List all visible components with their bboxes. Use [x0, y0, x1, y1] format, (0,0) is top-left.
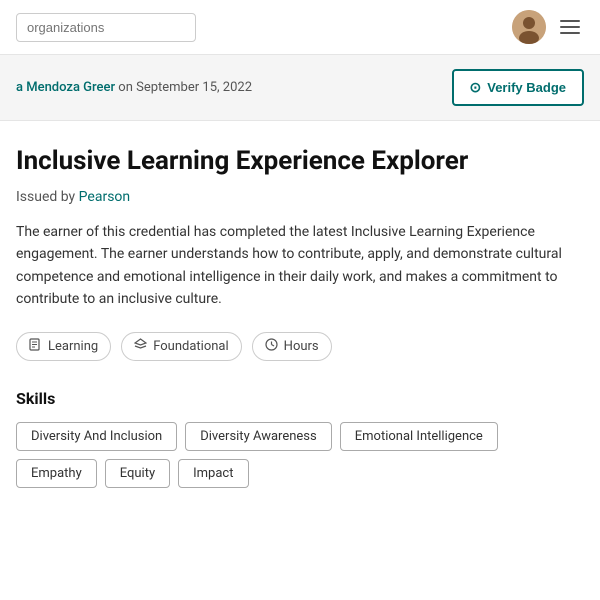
check-circle-icon: ⊙: [470, 79, 482, 96]
tags-row: Learning Foundational Hours: [16, 332, 584, 361]
search-input[interactable]: [16, 13, 196, 42]
hamburger-menu-icon[interactable]: [556, 16, 584, 38]
skill-tag[interactable]: Impact: [178, 459, 248, 488]
top-nav: [0, 0, 600, 55]
tag-hours: Hours: [252, 332, 332, 361]
main-content: Inclusive Learning Experience Explorer I…: [0, 121, 600, 512]
subtitle-text: a Mendoza Greer on September 15, 2022: [16, 80, 252, 95]
tag-foundational: Foundational: [121, 332, 241, 361]
date-text: on September 15, 2022: [118, 80, 252, 95]
skill-tag[interactable]: Diversity Awareness: [185, 422, 332, 451]
issuer-link[interactable]: Pearson: [79, 189, 130, 205]
badge-description: The earner of this credential has comple…: [16, 221, 584, 311]
tag-learning: Learning: [16, 332, 111, 361]
issued-by-label: Issued by: [16, 189, 75, 205]
subtitle-bar: a Mendoza Greer on September 15, 2022 ⊙ …: [0, 55, 600, 121]
skills-section: Skills Diversity And InclusionDiversity …: [16, 389, 584, 488]
badge-title: Inclusive Learning Experience Explorer: [16, 145, 584, 179]
nav-right: [512, 10, 584, 44]
skills-title: Skills: [16, 389, 584, 408]
tag-hours-label: Hours: [284, 339, 319, 354]
tag-foundational-label: Foundational: [153, 339, 228, 354]
issued-by: Issued by Pearson: [16, 189, 584, 205]
layers-icon: [134, 338, 147, 355]
skill-tag[interactable]: Equity: [105, 459, 170, 488]
skills-list: Diversity And Inclusion Diversity Awarene…: [16, 422, 584, 488]
clock-icon: [265, 338, 278, 355]
verify-badge-button[interactable]: ⊙ Verify Badge: [452, 69, 585, 106]
verify-badge-label: Verify Badge: [487, 80, 566, 95]
document-icon: [29, 338, 42, 355]
skill-tag[interactable]: Emotional Intelligence: [340, 422, 498, 451]
avatar[interactable]: [512, 10, 546, 44]
skill-tag[interactable]: Diversity And Inclusion: [16, 422, 177, 451]
skill-tag[interactable]: Empathy: [16, 459, 97, 488]
author-link[interactable]: a Mendoza Greer: [16, 80, 115, 95]
tag-learning-label: Learning: [48, 339, 98, 354]
